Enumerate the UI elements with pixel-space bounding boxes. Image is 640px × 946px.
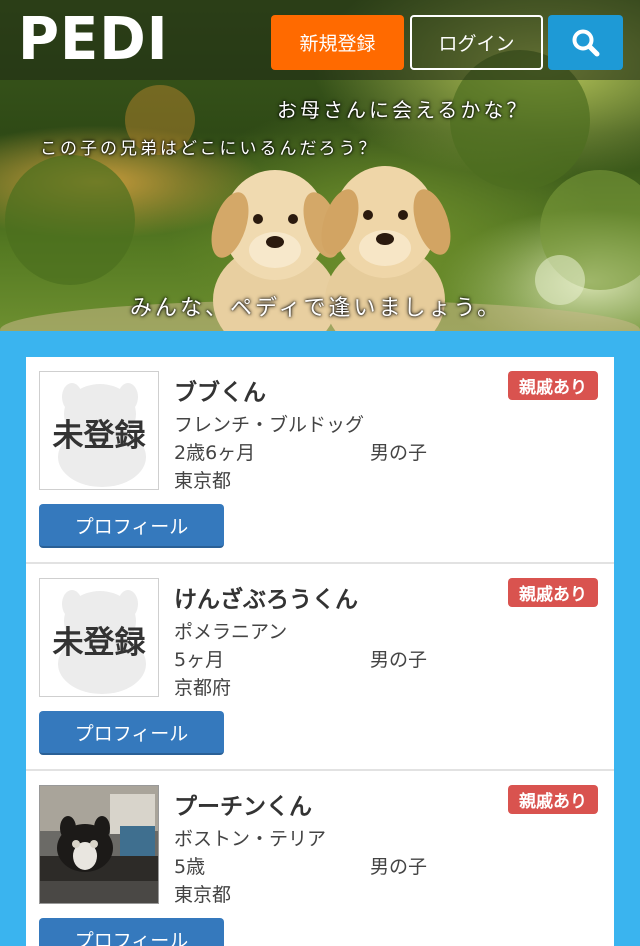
pet-breed: フレンチ・ブルドッグ — [174, 414, 365, 436]
pet-area: 東京都 — [174, 470, 232, 492]
boston-terrier-photo — [40, 786, 158, 903]
login-button[interactable]: ログイン — [410, 15, 543, 70]
search-button[interactable] — [548, 15, 623, 70]
pet-sex: 男の子 — [370, 442, 428, 464]
profile-button[interactable]: プロフィール — [39, 504, 224, 548]
pet-list: 未登録 ブブくん 親戚あり フレンチ・ブルドッグ 2歳6ヶ月 男の子 東京都 プ… — [26, 357, 614, 946]
relatives-badge: 親戚あり — [508, 371, 598, 400]
profile-button[interactable]: プロフィール — [39, 711, 224, 755]
profile-button[interactable]: プロフィール — [39, 918, 224, 946]
relatives-badge: 親戚あり — [508, 578, 598, 607]
pet-card: プーチンくん 親戚あり ボストン・テリア 5歳 男の子 東京都 プロフィール — [26, 771, 614, 946]
pet-sex: 男の子 — [370, 649, 428, 671]
pet-sex: 男の子 — [370, 856, 428, 878]
register-button[interactable]: 新規登録 — [271, 15, 404, 70]
pet-area: 東京都 — [174, 884, 232, 906]
top-header: PEDI 新規登録 ログイン — [0, 0, 640, 80]
pet-area: 京都府 — [174, 677, 232, 699]
pet-age: 2歳6ヶ月 — [174, 442, 256, 464]
pet-photo-placeholder[interactable]: 未登録 — [39, 371, 159, 490]
pet-age: 5ヶ月 — [174, 649, 225, 671]
hero-tagline-2: この子の兄弟はどこにいるんだろう？ — [40, 139, 379, 159]
unregistered-label: 未登録 — [52, 625, 146, 661]
pet-name[interactable]: プーチンくん — [174, 787, 312, 821]
unregistered-label: 未登録 — [52, 418, 146, 454]
pet-age: 5歳 — [174, 856, 206, 878]
pet-card: 未登録 けんざぶろうくん 親戚あり ポメラニアン 5ヶ月 男の子 京都府 プロフ… — [26, 564, 614, 771]
pet-breed: ボストン・テリア — [174, 828, 327, 850]
pet-photo[interactable] — [39, 785, 159, 904]
pet-photo-placeholder[interactable]: 未登録 — [39, 578, 159, 697]
hero-tagline-1: お母さんに会えるかな？ — [277, 98, 530, 122]
pet-name[interactable]: ブブくん — [174, 373, 266, 407]
search-icon — [572, 29, 599, 56]
pet-card: 未登録 ブブくん 親戚あり フレンチ・ブルドッグ 2歳6ヶ月 男の子 東京都 プ… — [26, 357, 614, 564]
pet-breed: ポメラニアン — [174, 621, 288, 643]
hero-tagline-3: みんな、ペディで逢いましょう。 — [130, 296, 503, 321]
pet-name[interactable]: けんざぶろうくん — [174, 580, 358, 614]
relatives-badge: 親戚あり — [508, 785, 598, 814]
site-logo[interactable]: PEDI — [18, 8, 169, 72]
